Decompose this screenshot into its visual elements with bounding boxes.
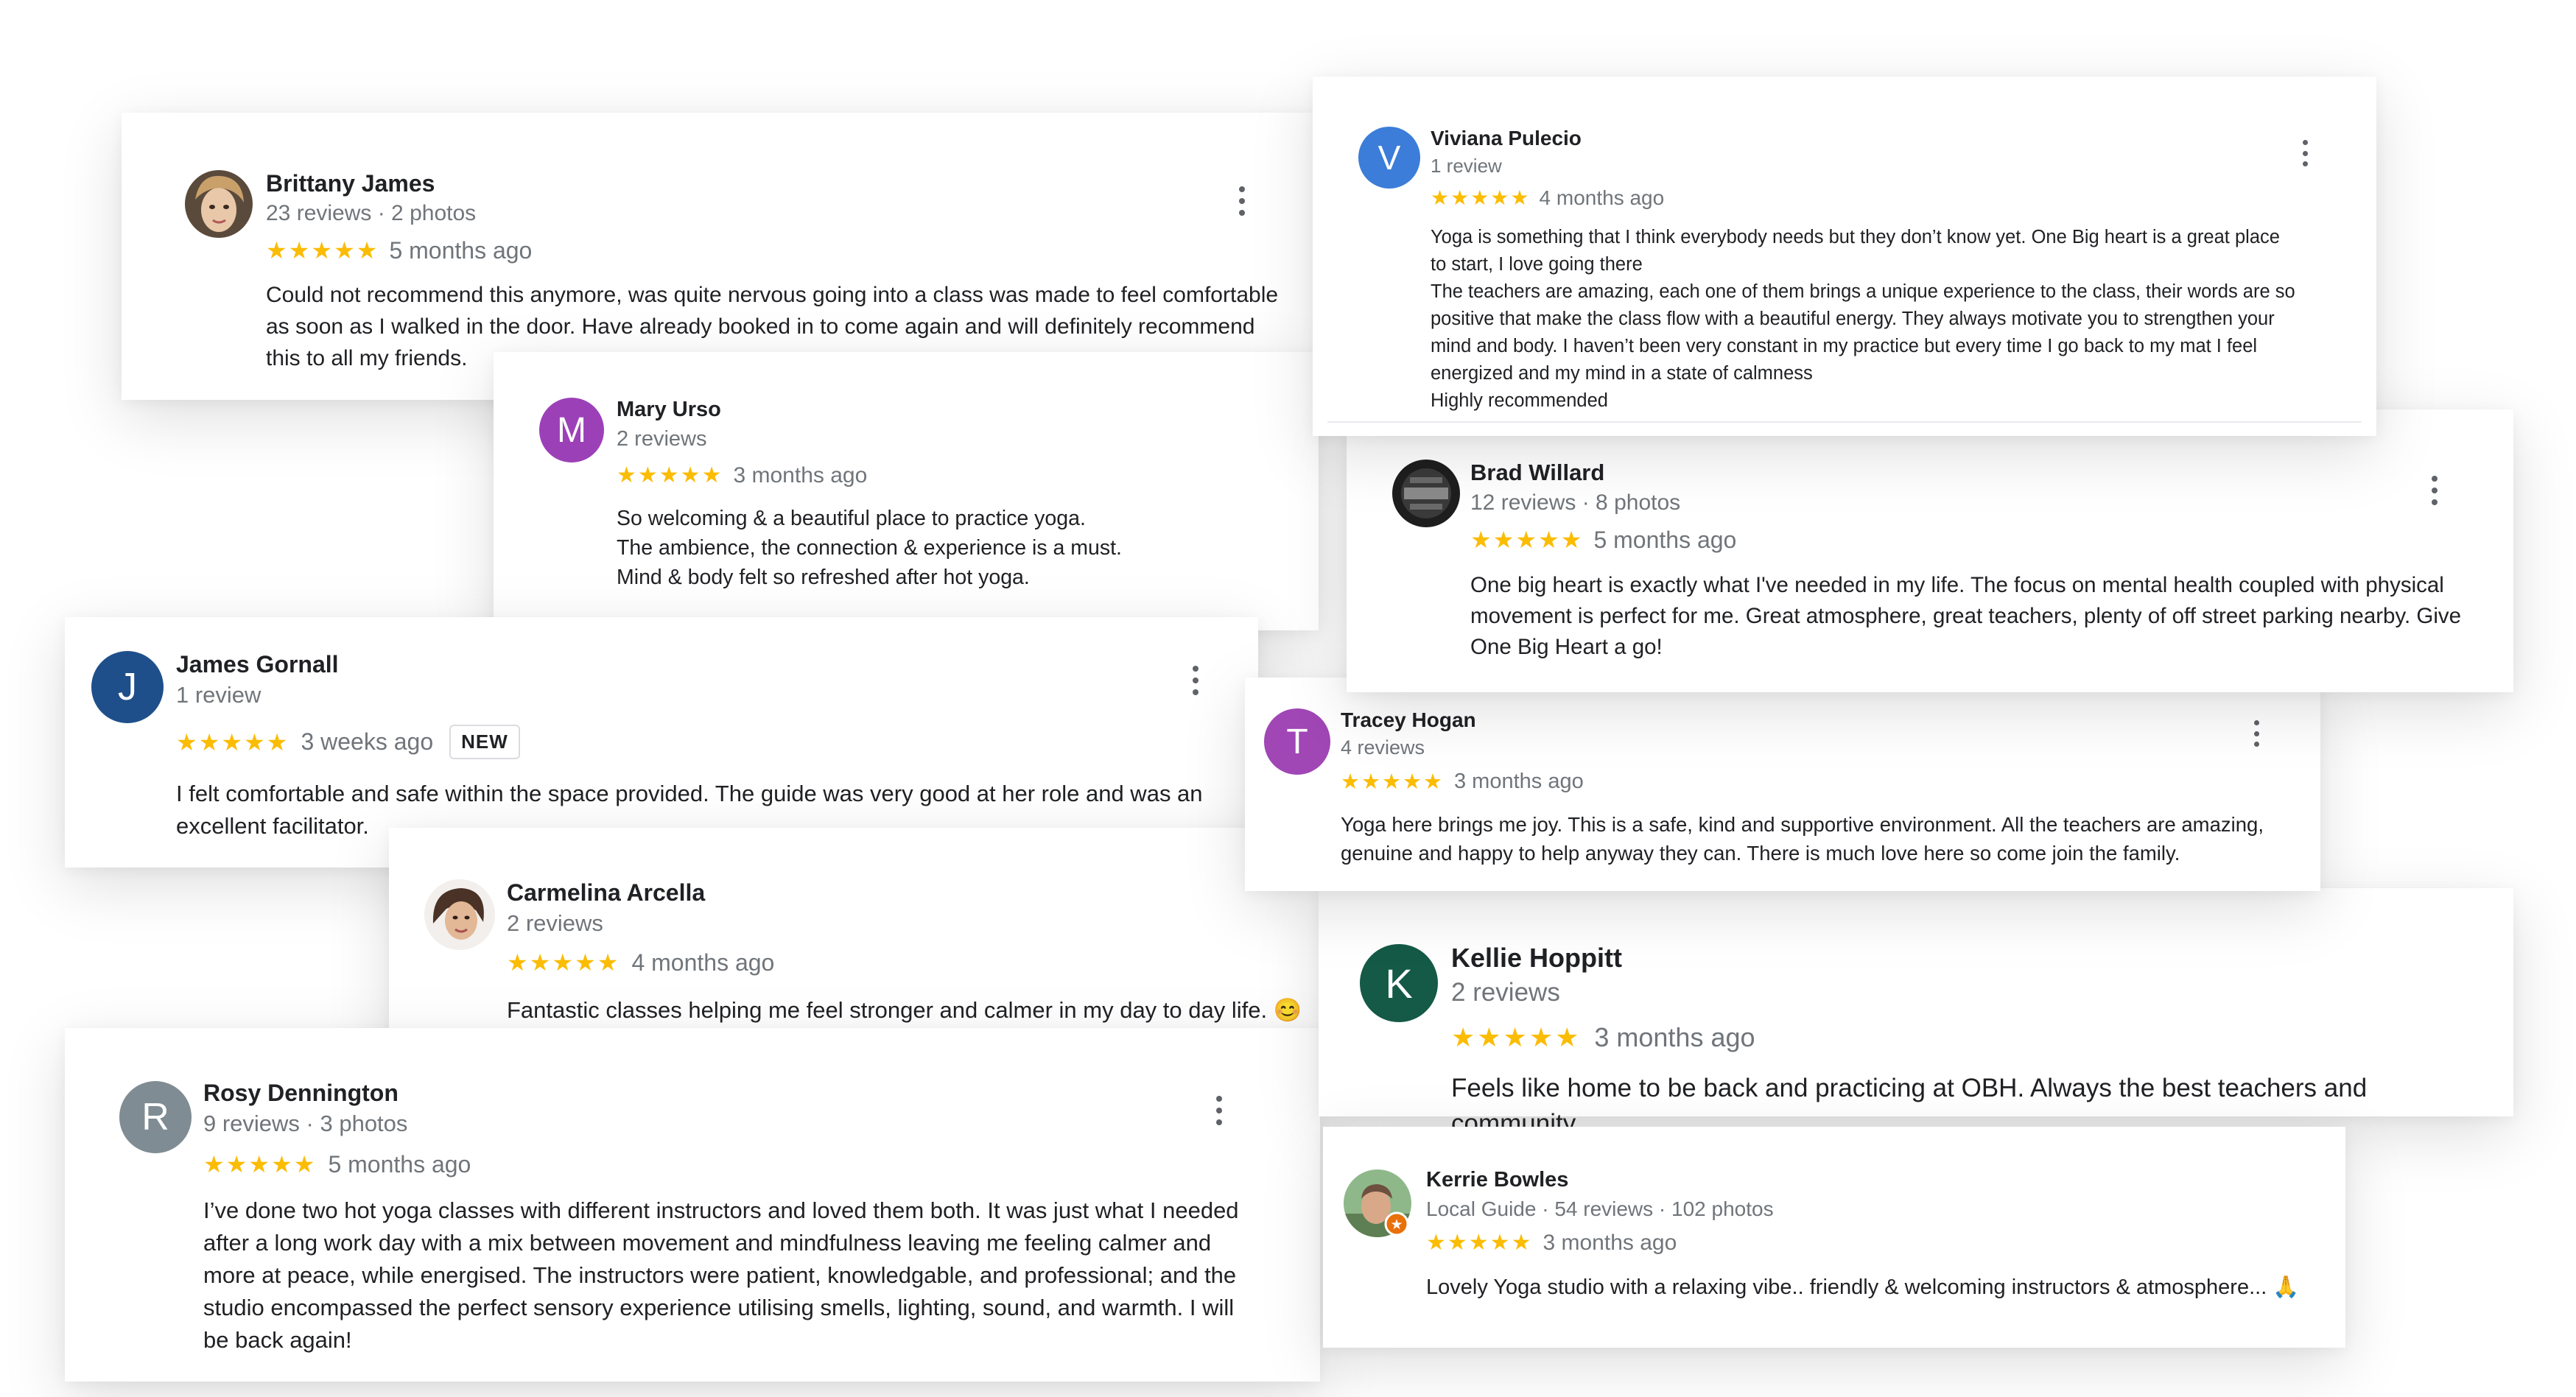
avatar-initial: V [1378,138,1401,177]
more-options-icon[interactable] [1207,1096,1232,1125]
rating-row: ★★★★★ 5 months ago [1470,526,1736,554]
reviewer-meta: 2 reviews [617,427,707,451]
more-options-icon[interactable] [2244,720,2269,747]
star-rating: ★★★★★ [1451,1022,1582,1052]
rating-row: ★★★★★ 5 months ago [203,1150,471,1178]
review-time: 3 months ago [1454,770,1584,793]
avatar-initial: M [557,410,586,450]
avatar[interactable] [424,879,495,950]
more-options-icon[interactable] [2422,476,2447,505]
rating-row: ★★★★★ 3 months ago [1426,1230,1677,1256]
more-options-icon[interactable] [1229,186,1254,216]
review-card-kerrie: ★ Kerrie Bowles Local Guide · 54 reviews… [1323,1127,2345,1348]
review-text: Yoga is something that I think everybody… [1431,227,2295,411]
avatar-photo [185,170,253,238]
review-time: 5 months ago [1593,526,1737,553]
review-text: Lovely Yoga studio with a relaxing vibe.… [1426,1275,2300,1299]
review-time: 3 months ago [733,462,868,488]
star-rating: ★★★★★ [1341,770,1444,794]
avatar[interactable]: J [91,651,164,723]
new-badge: NEW [449,725,520,759]
star-rating: ★★★★★ [266,237,379,264]
reviewer-name[interactable]: James Gornall [176,651,339,678]
review-text: So welcoming & a beautiful place to prac… [617,507,1122,589]
reviewer-name[interactable]: Kellie Hoppitt [1451,943,1622,974]
reviewer-meta: 2 reviews [1451,978,1560,1007]
avatar[interactable]: ★ [1344,1169,1411,1237]
reviewer-meta: 9 reviews · 3 photos [203,1111,408,1136]
reviewer-name[interactable]: Brad Willard [1470,460,1604,486]
review-card-kellie: K Kellie Hoppitt 2 reviews ★★★★★ 3 month… [1319,888,2513,1138]
star-rating: ★★★★★ [176,728,289,756]
rating-row: ★★★★★ 4 months ago [507,949,774,977]
review-card-tracey: T Tracey Hogan 4 reviews ★★★★★ 3 months … [1245,678,2320,891]
reviewer-name[interactable]: Carmelina Arcella [507,879,705,907]
reviewer-meta: 4 reviews [1341,736,1425,759]
avatar-photo [1392,460,1460,527]
star-rating: ★★★★★ [507,949,620,976]
review-text: I’ve done two hot yoga classes with diff… [203,1197,1239,1353]
avatar[interactable] [185,170,253,238]
reviewer-name[interactable]: Brittany James [266,170,435,197]
review-time: 3 months ago [1594,1022,1755,1052]
review-text: Fantastic classes helping me feel strong… [507,997,1302,1023]
reviewer-name[interactable]: Rosy Dennington [203,1080,399,1107]
rating-row: ★★★★★ 3 weeks ago NEW [176,725,520,759]
review-card-mary: M Mary Urso 2 reviews ★★★★★ 3 months ago… [494,352,1319,630]
reviewer-meta: 1 review [176,682,262,708]
review-card-brad: Brad Willard 12 reviews · 8 photos ★★★★★… [1347,409,2513,692]
review-card-rosy: R Rosy Dennington 9 reviews · 3 photos ★… [65,1028,1320,1382]
avatar-initial: R [141,1096,169,1139]
svg-text:★: ★ [1390,1217,1403,1233]
avatar[interactable]: V [1358,127,1420,189]
reviewer-meta: 2 reviews [507,910,603,936]
review-time: 5 months ago [389,236,533,264]
review-time: 5 months ago [328,1150,471,1178]
rating-row: ★★★★★ 4 months ago [1431,186,1664,210]
avatar[interactable]: T [1264,708,1330,775]
review-text: Yoga here brings me joy. This is a safe,… [1341,813,2264,865]
review-time: 4 months ago [631,949,775,976]
star-rating: ★★★★★ [203,1151,317,1178]
rating-row: ★★★★★ 3 months ago [1451,1022,1755,1053]
reviewer-name[interactable]: Mary Urso [617,398,721,422]
review-time: 3 months ago [1543,1230,1677,1255]
avatar-photo [424,879,495,950]
star-rating: ★★★★★ [1431,186,1531,209]
reviewer-meta: 1 review [1431,155,1502,177]
review-card-viviana: V Viviana Pulecio 1 review ★★★★★ 4 month… [1313,77,2376,436]
more-options-icon[interactable] [2292,140,2317,166]
avatar[interactable] [1392,460,1460,527]
review-time: 4 months ago [1539,186,1665,209]
reviewer-meta: 23 reviews · 2 photos [266,201,477,225]
rating-row: ★★★★★ 3 months ago [617,462,867,488]
reviewer-name[interactable]: Kerrie Bowles [1426,1168,1568,1192]
avatar-initial: T [1286,722,1308,761]
avatar[interactable]: R [119,1081,192,1153]
avatar[interactable]: M [539,398,604,462]
avatar-initial: K [1385,960,1413,1007]
star-rating: ★★★★★ [617,463,723,488]
rating-row: ★★★★★ 3 months ago [1341,769,1584,795]
reviewer-name[interactable]: Viviana Pulecio [1431,127,1582,150]
avatar[interactable]: K [1360,944,1438,1022]
reviewer-meta: 12 reviews · 8 photos [1470,490,1681,515]
star-rating: ★★★★★ [1426,1231,1533,1255]
more-options-icon[interactable] [1183,666,1208,695]
reviewer-meta: Local Guide · 54 reviews · 102 photos [1426,1197,1774,1220]
review-time: 3 weeks ago [301,728,434,755]
reviewer-name[interactable]: Tracey Hogan [1341,708,1476,732]
card-divider [1327,421,2362,423]
rating-row: ★★★★★ 5 months ago [266,236,532,264]
avatar-photo: ★ [1344,1169,1411,1237]
avatar-initial: J [118,666,137,708]
star-rating: ★★★★★ [1470,527,1584,553]
review-text: One big heart is exactly what I've neede… [1470,573,2462,659]
